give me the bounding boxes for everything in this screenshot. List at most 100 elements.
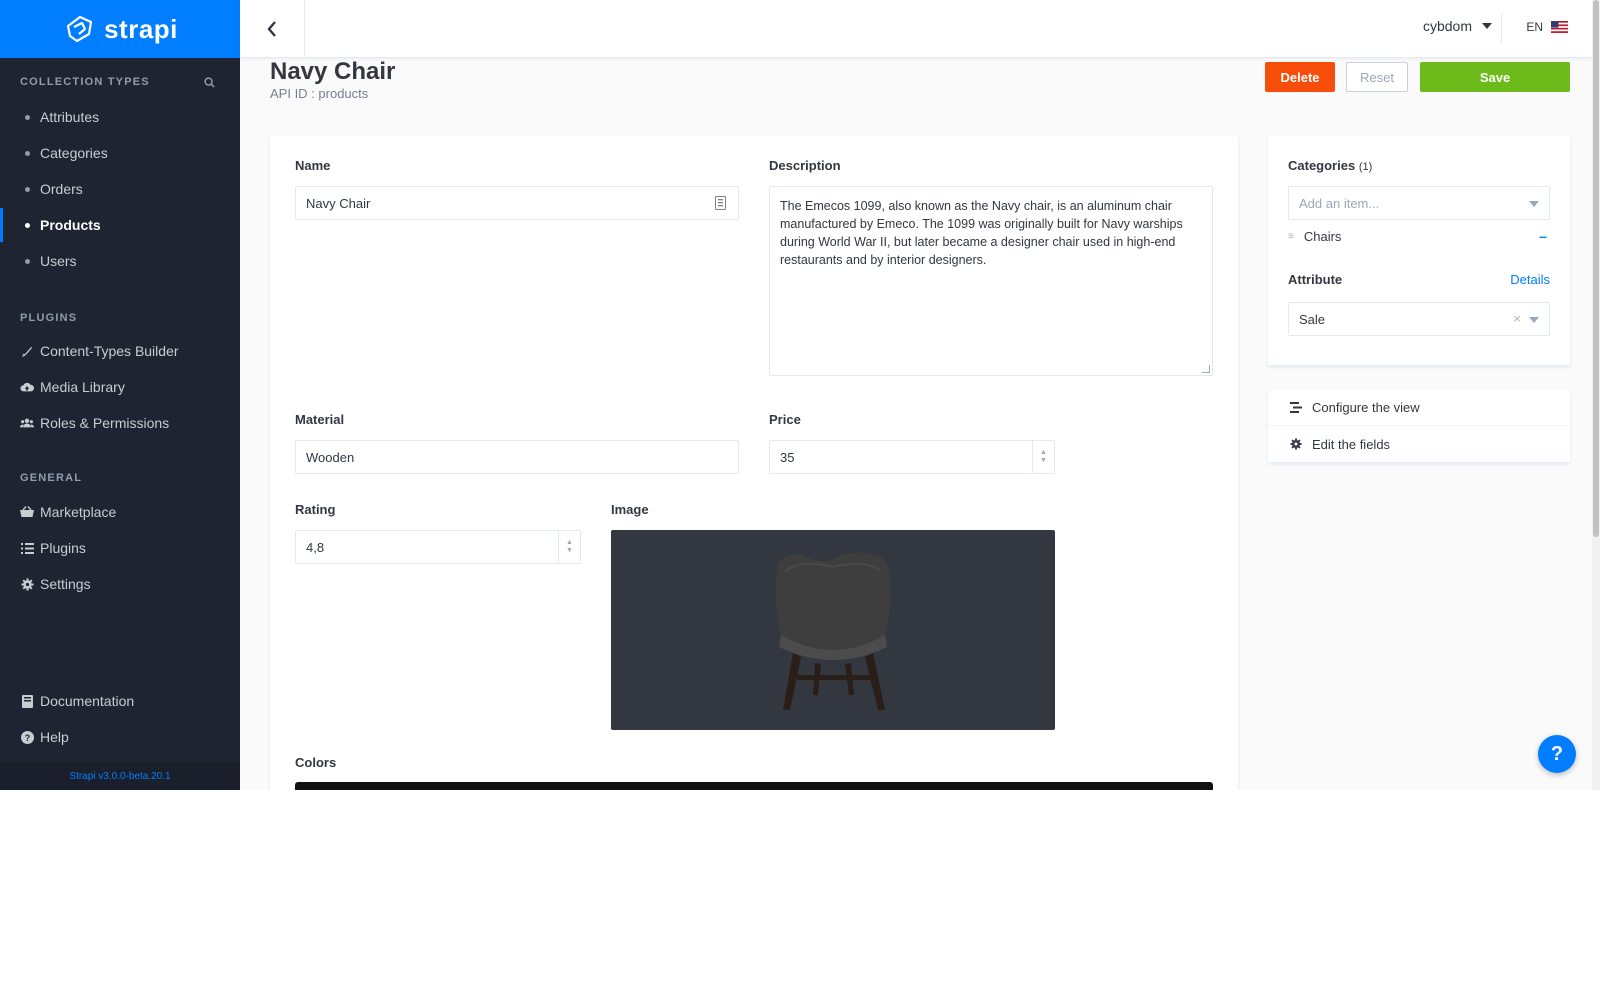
scrollbar-thumb[interactable] <box>1593 0 1599 537</box>
description-textarea[interactable]: The Emecos 1099, also known as the Navy … <box>769 186 1213 376</box>
caret-down-icon <box>1529 201 1539 207</box>
sidebar-item-documentation[interactable]: Documentation <box>0 684 240 718</box>
sidebar-item-marketplace[interactable]: Marketplace <box>0 495 240 529</box>
delete-button[interactable]: Delete <box>1265 62 1335 92</box>
sidebar: strapi COLLECTION TYPES PLUGINS Content-… <box>0 0 240 790</box>
attribute-select[interactable]: Sale × <box>1288 302 1550 336</box>
bullet-icon <box>25 222 30 228</box>
bullet-icon <box>25 186 30 192</box>
stepper-up-icon[interactable]: ▲ <box>566 539 573 547</box>
stepper-down-icon[interactable]: ▼ <box>566 547 573 555</box>
page-scrollbar[interactable] <box>1592 0 1600 790</box>
colors-label: Colors <box>295 755 337 770</box>
configure-view-label: Configure the view <box>1312 400 1420 415</box>
sidebar-item-orders[interactable]: Orders <box>0 172 240 206</box>
back-button[interactable] <box>240 0 305 58</box>
resize-handle[interactable] <box>1202 365 1210 373</box>
chair-image <box>775 552 891 710</box>
api-id: API ID : products <box>270 86 369 101</box>
caret-down-icon <box>1529 317 1539 323</box>
remove-icon[interactable]: – <box>1536 228 1550 244</box>
description-label: Description <box>769 158 841 173</box>
sidebar-item-content-types-builder[interactable]: Content-Types Builder <box>0 334 240 368</box>
bullet-icon <box>25 258 30 264</box>
section-heading-collection-types: COLLECTION TYPES <box>20 76 150 88</box>
categories-select[interactable]: Add an item... <box>1288 186 1550 220</box>
material-label: Material <box>295 412 345 427</box>
brush-icon <box>20 344 34 358</box>
username: cybdom <box>1422 18 1472 34</box>
edit-fields-link[interactable]: Edit the fields <box>1268 426 1570 462</box>
language-switcher[interactable]: EN <box>1526 20 1568 34</box>
uid-icon <box>715 196 726 210</box>
user-menu[interactable]: cybdom <box>1423 18 1492 34</box>
sidebar-item-label: Content-Types Builder <box>40 343 179 359</box>
basket-icon <box>20 505 34 519</box>
layout-icon <box>1290 402 1302 413</box>
question-circle-icon: ? <box>20 730 34 744</box>
save-button[interactable]: Save <box>1420 62 1570 92</box>
configure-view-link[interactable]: Configure the view <box>1268 390 1570 426</box>
search-icon[interactable] <box>204 77 215 88</box>
configure-card: Configure the view Edit the fields <box>1268 390 1570 462</box>
reset-button[interactable]: Reset <box>1346 62 1408 92</box>
name-input[interactable]: Navy Chair <box>295 186 739 220</box>
price-label: Price <box>769 412 801 427</box>
sidebar-item-roles-permissions[interactable]: Roles & Permissions <box>0 406 240 440</box>
chevron-left-icon <box>267 21 276 37</box>
us-flag-icon <box>1551 21 1568 33</box>
rating-input[interactable]: 4,8 ▲ ▼ <box>295 530 581 564</box>
section-heading-general: GENERAL <box>20 472 83 484</box>
edit-fields-label: Edit the fields <box>1312 436 1391 452</box>
sidebar-item-plugins[interactable]: Plugins <box>0 531 240 565</box>
sidebar-item-categories[interactable]: Categories <box>0 136 240 170</box>
rating-label: Rating <box>295 502 336 517</box>
clear-icon[interactable]: × <box>1513 311 1521 326</box>
caret-down-icon <box>1482 23 1492 29</box>
price-value: 35 <box>780 449 795 465</box>
list-icon <box>20 541 34 555</box>
header-divider <box>1501 14 1502 44</box>
drag-handle-icon[interactable]: ≡ <box>1288 231 1294 242</box>
sidebar-item-attributes[interactable]: Attributes <box>0 100 240 134</box>
sidebar-item-users[interactable]: Users <box>0 244 240 278</box>
language-code: EN <box>1526 20 1543 34</box>
name-value: Navy Chair <box>306 195 371 211</box>
cloud-upload-icon <box>20 380 34 394</box>
bullet-icon <box>25 114 30 120</box>
price-stepper[interactable]: ▲ ▼ <box>1032 441 1054 473</box>
attribute-value: Sale <box>1299 311 1326 327</box>
categories-count: (1) <box>1358 161 1373 173</box>
book-icon <box>20 694 34 708</box>
sidebar-item-label: Media Library <box>40 379 125 395</box>
version-label: Strapi v3.0.0-beta.20.1 <box>0 762 240 790</box>
material-input[interactable]: Wooden <box>295 440 739 474</box>
svg-text:?: ? <box>24 733 30 743</box>
sidebar-item-label: Users <box>40 253 77 269</box>
rating-value: 4,8 <box>306 539 325 555</box>
stepper-up-icon[interactable]: ▲ <box>1040 449 1047 457</box>
sidebar-item-label: Help <box>40 729 69 745</box>
page-title: Navy Chair <box>270 58 396 85</box>
image-label: Image <box>611 502 649 517</box>
brand-header[interactable]: strapi <box>0 0 240 58</box>
sidebar-item-products[interactable]: Products <box>0 208 240 242</box>
image-preview[interactable] <box>611 530 1055 730</box>
sidebar-item-help[interactable]: ? Help <box>0 720 240 754</box>
strapi-logo-icon <box>66 15 93 43</box>
sidebar-item-label: Marketplace <box>40 504 117 520</box>
brand-name: strapi <box>104 13 178 44</box>
price-input[interactable]: 35 ▲ ▼ <box>769 440 1055 474</box>
sidebar-item-label: Settings <box>40 576 91 592</box>
sidebar-item-label: Categories <box>40 145 108 161</box>
name-label: Name <box>295 158 331 173</box>
rating-stepper[interactable]: ▲ ▼ <box>558 531 580 563</box>
attribute-details-link[interactable]: Details <box>1510 272 1550 287</box>
sidebar-item-media-library[interactable]: Media Library <box>0 370 240 404</box>
stepper-down-icon[interactable]: ▼ <box>1040 457 1047 465</box>
help-button[interactable]: ? <box>1538 735 1576 773</box>
sidebar-item-label: Attributes <box>40 109 100 125</box>
sidebar-item-settings[interactable]: Settings <box>0 567 240 601</box>
category-item[interactable]: ≡ Chairs – <box>1288 225 1550 247</box>
colors-field[interactable] <box>295 782 1213 790</box>
